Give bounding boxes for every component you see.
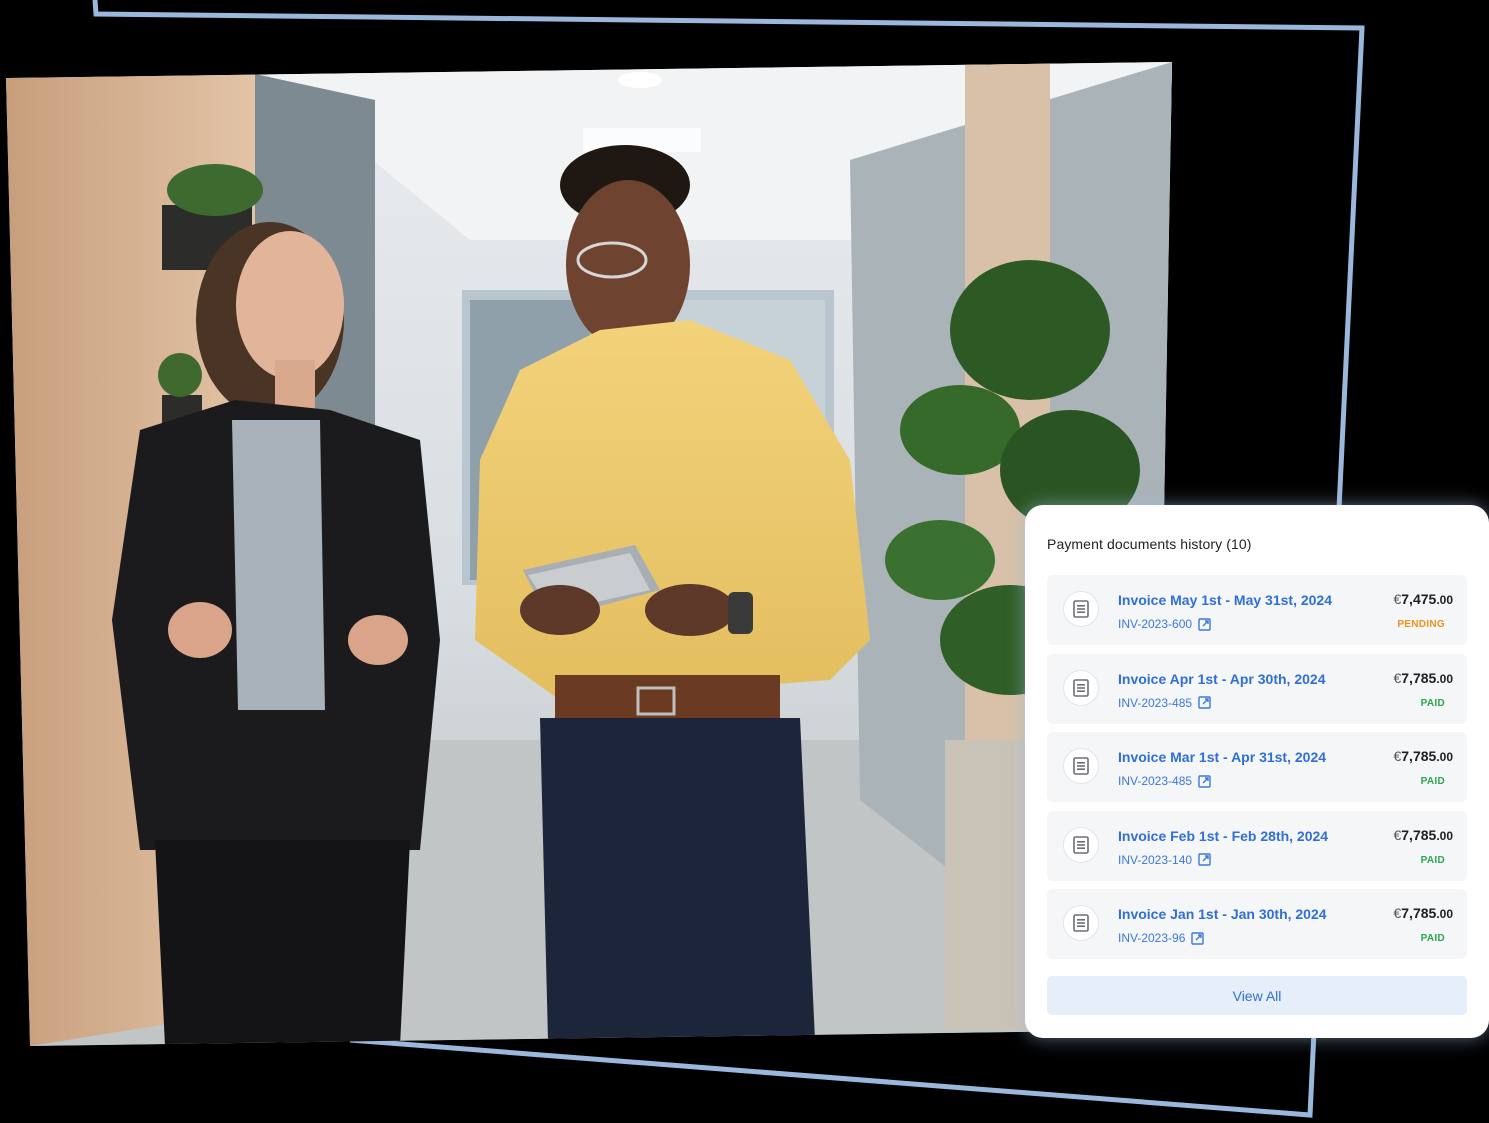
status-badge: PENDING: [1397, 619, 1445, 630]
document-icon: [1063, 905, 1099, 941]
invoice-ref-link[interactable]: INV-2023-96: [1118, 931, 1205, 945]
invoice-title-link[interactable]: Invoice Jan 1st - Jan 30th, 2024: [1118, 906, 1327, 922]
invoice-amount: €7,785.00: [1393, 669, 1453, 686]
invoice-ref: INV-2023-485: [1118, 695, 1193, 710]
invoice-ref-link[interactable]: INV-2023-485: [1118, 774, 1211, 788]
external-link-icon: [1198, 774, 1211, 788]
invoice-title-link[interactable]: Invoice Feb 1st - Feb 28th, 2024: [1118, 828, 1328, 844]
status-badge: PAID: [1420, 697, 1445, 709]
invoice-ref: INV-2023-140: [1118, 852, 1193, 867]
invoice-list: Invoice May 1st - May 31st, 2024 INV-202…: [1047, 575, 1467, 968]
document-icon: [1063, 669, 1099, 706]
invoice-amount: €7,785.00: [1393, 905, 1453, 921]
invoice-ref: INV-2023-96: [1118, 931, 1186, 945]
status-badge: PAID: [1420, 776, 1445, 787]
invoice-row[interactable]: Invoice May 1st - May 31st, 2024 INV-202…: [1047, 575, 1467, 645]
invoice-amount: €7,785.00: [1393, 748, 1453, 764]
invoice-ref-link[interactable]: INV-2023-485: [1118, 696, 1211, 710]
invoice-amount: €7,475.00: [1393, 591, 1453, 607]
invoice-ref: INV-2023-600: [1118, 617, 1193, 631]
external-link-icon: [1198, 617, 1211, 631]
document-icon: [1063, 826, 1099, 863]
card-title: Payment documents history (10): [1047, 536, 1252, 552]
status-badge: PAID: [1420, 933, 1445, 944]
status-badge: PAID: [1420, 854, 1445, 866]
invoice-amount: €7,785.00: [1393, 826, 1453, 843]
invoice-title-link[interactable]: Invoice Mar 1st - Apr 31st, 2024: [1118, 749, 1326, 765]
invoice-ref-link[interactable]: INV-2023-600: [1118, 617, 1211, 631]
invoice-ref: INV-2023-485: [1118, 774, 1193, 788]
document-icon: [1063, 591, 1099, 627]
external-link-icon: [1198, 853, 1211, 866]
payment-history-card: Payment documents history (10) Invoice M…: [1025, 505, 1489, 1038]
external-link-icon: [1191, 931, 1205, 945]
view-all-button[interactable]: View All: [1047, 976, 1467, 1015]
invoice-row[interactable]: Invoice Feb 1st - Feb 28th, 2024 INV-202…: [1047, 810, 1467, 881]
invoice-row[interactable]: Invoice Apr 1st - Apr 30th, 2024 INV-202…: [1047, 653, 1467, 724]
document-icon: [1063, 748, 1099, 784]
invoice-row[interactable]: Invoice Mar 1st - Apr 31st, 2024 INV-202…: [1047, 732, 1467, 802]
invoice-title-link[interactable]: Invoice Apr 1st - Apr 30th, 2024: [1118, 671, 1325, 687]
invoice-row[interactable]: Invoice Jan 1st - Jan 30th, 2024 INV-202…: [1047, 889, 1467, 959]
external-link-icon: [1198, 696, 1211, 709]
invoice-title-link[interactable]: Invoice May 1st - May 31st, 2024: [1118, 592, 1332, 608]
invoice-ref-link[interactable]: INV-2023-140: [1118, 853, 1211, 867]
